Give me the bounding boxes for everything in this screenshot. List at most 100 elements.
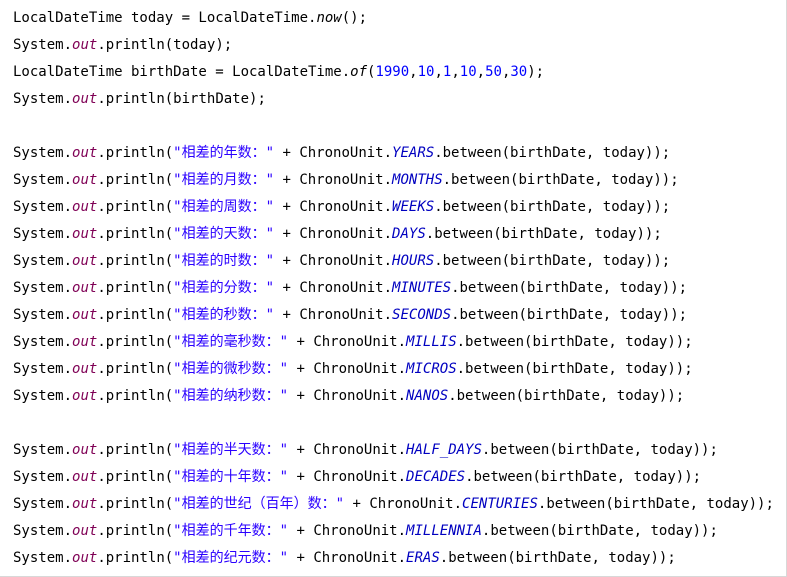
code-line[interactable]: [0, 113, 786, 140]
code-constant-token: MICROS: [406, 361, 457, 377]
code-line[interactable]: System.out.println("相差的秒数：" + ChronoUnit…: [0, 302, 786, 329]
code-line[interactable]: System.out.println(today);: [0, 32, 786, 59]
code-string-token: "相差的千年数：": [173, 523, 289, 539]
code-field-token: out: [72, 253, 98, 269]
code-string-token: "相差的纳秒数：": [173, 388, 289, 404]
code-line[interactable]: System.out.println("相差的时数：" + ChronoUnit…: [0, 248, 786, 275]
code-block[interactable]: LocalDateTime today = LocalDateTime.now(…: [0, 5, 786, 572]
code-token: System.: [13, 469, 73, 485]
code-field-token: out: [72, 37, 98, 53]
code-field-token: out: [72, 442, 98, 458]
code-string-token: "相差的纪元数：": [173, 550, 289, 566]
code-number-token: 10: [417, 64, 435, 80]
code-token: .println(: [97, 253, 174, 269]
code-token: .between(birthDate, today));: [451, 280, 688, 296]
code-line[interactable]: System.out.println("相差的纪元数：" + ChronoUni…: [0, 545, 786, 572]
code-token: + ChronoUnit.: [344, 496, 463, 512]
code-token: .println(: [97, 226, 174, 242]
code-token: .between(birthDate, today));: [456, 361, 693, 377]
code-token: );: [527, 64, 545, 80]
code-string-token: "相差的世纪（百年）数：": [173, 496, 345, 512]
code-field-token: out: [72, 91, 98, 107]
code-token: + ChronoUnit.: [288, 523, 407, 539]
code-number-token: 30: [510, 64, 528, 80]
code-line[interactable]: System.out.println("相差的年数：" + ChronoUnit…: [0, 140, 786, 167]
code-token: System.: [13, 496, 73, 512]
code-token: .between(birthDate, today));: [451, 307, 688, 323]
code-line[interactable]: System.out.println("相差的分数：" + ChronoUnit…: [0, 275, 786, 302]
code-string-token: "相差的年数：": [173, 145, 275, 161]
code-token: .between(birthDate, today));: [425, 226, 662, 242]
code-line[interactable]: System.out.println("相差的天数：" + ChronoUnit…: [0, 221, 786, 248]
code-token: System.: [13, 226, 73, 242]
code-token: .println(: [97, 172, 174, 188]
code-constant-token: DECADES: [406, 469, 466, 485]
code-line[interactable]: System.out.println(birthDate);: [0, 86, 786, 113]
code-token: System.: [13, 145, 73, 161]
code-token: .between(birthDate, today));: [442, 172, 679, 188]
code-token: System.: [13, 307, 73, 323]
code-token: .println(birthDate);: [97, 91, 266, 107]
code-token: .between(birthDate, today));: [537, 496, 774, 512]
code-token: .println(: [97, 496, 174, 512]
code-line[interactable]: LocalDateTime today = LocalDateTime.now(…: [0, 5, 786, 32]
code-field-token: out: [72, 199, 98, 215]
code-token: System.: [13, 550, 73, 566]
code-line[interactable]: System.out.println("相差的月数：" + ChronoUnit…: [0, 167, 786, 194]
code-token: .between(birthDate, today));: [481, 523, 718, 539]
code-token: + ChronoUnit.: [288, 361, 407, 377]
code-field-token: out: [72, 280, 98, 296]
code-line[interactable]: System.out.println("相差的千年数：" + ChronoUni…: [0, 518, 786, 545]
code-token: ,: [434, 64, 443, 80]
code-constant-token: ERAS: [406, 550, 440, 566]
code-token: .println(: [97, 469, 174, 485]
code-string-token: "相差的周数：": [173, 199, 275, 215]
code-line[interactable]: System.out.println("相差的十年数：" + ChronoUni…: [0, 464, 786, 491]
code-token: .println(: [97, 361, 174, 377]
code-token: + ChronoUnit.: [288, 334, 407, 350]
code-number-token: 50: [485, 64, 502, 80]
code-token: .println(: [97, 199, 174, 215]
code-constant-token: HOURS: [392, 253, 435, 269]
code-line[interactable]: System.out.println("相差的微秒数：" + ChronoUni…: [0, 356, 786, 383]
code-token: .println(today);: [97, 37, 233, 53]
code-token: System.: [13, 334, 73, 350]
code-token: .println(: [97, 388, 174, 404]
code-editor[interactable]: LocalDateTime today = LocalDateTime.now(…: [0, 0, 787, 577]
code-string-token: "相差的分数：": [173, 280, 275, 296]
code-token: + ChronoUnit.: [274, 172, 393, 188]
code-constant-token: CENTURIES: [462, 496, 538, 512]
code-field-token: out: [72, 361, 98, 377]
code-token: LocalDateTime birthDate = LocalDateTime.: [13, 64, 351, 80]
code-line[interactable]: System.out.println("相差的世纪（百年）数：" + Chron…: [0, 491, 786, 518]
code-field-token: out: [72, 226, 98, 242]
code-token: + ChronoUnit.: [274, 145, 393, 161]
code-token: + ChronoUnit.: [288, 550, 407, 566]
code-token: .between(birthDate, today));: [434, 199, 671, 215]
code-token: ,: [409, 64, 418, 80]
code-line[interactable]: System.out.println("相差的半天数：" + ChronoUni…: [0, 437, 786, 464]
code-field-token: out: [72, 496, 98, 512]
code-constant-token: YEARS: [392, 145, 435, 161]
code-token: .println(: [97, 280, 174, 296]
code-field-token: out: [72, 469, 98, 485]
code-field-token: out: [72, 388, 98, 404]
code-token: System.: [13, 361, 73, 377]
code-string-token: "相差的微秒数：": [173, 361, 289, 377]
code-token: System.: [13, 253, 73, 269]
code-token: + ChronoUnit.: [288, 469, 407, 485]
code-constant-token: WEEKS: [392, 199, 435, 215]
code-token: .println(: [97, 307, 174, 323]
code-token: .println(: [97, 442, 174, 458]
code-token: .println(: [97, 550, 174, 566]
code-field-token: out: [72, 145, 98, 161]
code-constant-token: SECONDS: [392, 307, 452, 323]
code-line[interactable]: System.out.println("相差的毫秒数：" + ChronoUni…: [0, 329, 786, 356]
code-constant-token: MONTHS: [392, 172, 443, 188]
code-line[interactable]: System.out.println("相差的纳秒数：" + ChronoUni…: [0, 383, 786, 410]
code-line[interactable]: LocalDateTime birthDate = LocalDateTime.…: [0, 59, 786, 86]
code-line[interactable]: System.out.println("相差的周数：" + ChronoUnit…: [0, 194, 786, 221]
code-field-token: out: [72, 523, 98, 539]
code-token: System.: [13, 172, 73, 188]
code-line[interactable]: [0, 410, 786, 437]
